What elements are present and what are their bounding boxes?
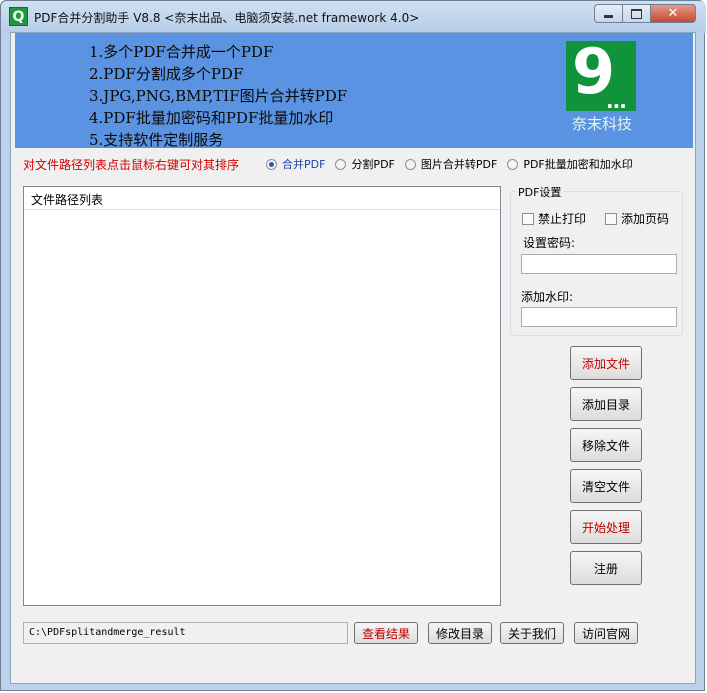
feature-item: 2.PDF分割成多个PDF (89, 65, 244, 83)
radio-label: 分割PDF (351, 158, 395, 171)
app-icon: Q (9, 7, 28, 26)
register-button[interactable]: 注册 (570, 551, 642, 585)
title-bar[interactable]: Q PDF合并分割助手 V8.8 <奈末出品、电脑须安装.net framewo… (1, 1, 706, 33)
watermark-input[interactable] (521, 307, 677, 327)
pdf-settings-legend: PDF设置 (516, 184, 564, 200)
feature-list: 1.多个PDF合并成一个PDF 2.PDF分割成多个PDF 3.JPG,PNG,… (89, 41, 347, 151)
close-button[interactable]: ✕ (650, 4, 696, 23)
about-us-button[interactable]: 关于我们 (500, 622, 564, 644)
brand-name: 奈末科技 (571, 115, 632, 133)
radio-label: 合并PDF (282, 158, 326, 171)
mode-split-radio[interactable]: 分割PDF (335, 156, 395, 172)
feature-item: 1.多个PDF合并成一个PDF (89, 43, 274, 61)
radio-icon (335, 158, 347, 170)
file-path-list[interactable]: 文件路径列表 (23, 186, 501, 606)
maximize-icon (631, 8, 642, 19)
checkbox-icon (605, 212, 617, 225)
maximize-button[interactable] (622, 4, 650, 23)
sort-hint: 对文件路径列表点击鼠标右键可对其排序 (23, 158, 240, 172)
column-header-label: 文件路径列表 (31, 193, 104, 207)
checkbox-icon (522, 212, 534, 225)
remove-file-button[interactable]: 移除文件 (570, 428, 642, 462)
pdf-settings-group: PDF设置 禁止打印 添加页码 设置密码: 添加水印: (510, 184, 683, 336)
add-folder-button[interactable]: 添加目录 (570, 387, 642, 421)
change-dir-button[interactable]: 修改目录 (428, 622, 492, 644)
watermark-label: 添加水印: (521, 290, 574, 304)
output-path-field[interactable]: C:\PDFsplitandmerge_result (23, 622, 348, 644)
checkbox-label: 添加页码 (621, 212, 670, 226)
client-area: 1.多个PDF合并成一个PDF 2.PDF分割成多个PDF 3.JPG,PNG,… (10, 32, 696, 684)
feature-item: 3.JPG,PNG,BMP,TIF图片合并转PDF (89, 87, 348, 105)
app-window: Q PDF合并分割助手 V8.8 <奈末出品、电脑须安装.net framewo… (0, 0, 706, 691)
checkbox-label: 禁止打印 (538, 212, 587, 226)
clear-files-button[interactable]: 清空文件 (570, 469, 642, 503)
no-print-checkbox[interactable]: 禁止打印 (522, 210, 586, 227)
brand-logo: 9 ... (566, 37, 636, 113)
feature-banner: 1.多个PDF合并成一个PDF 2.PDF分割成多个PDF 3.JPG,PNG,… (15, 33, 693, 151)
window-controls: ✕ (594, 4, 696, 24)
window-title: PDF合并分割助手 V8.8 <奈末出品、电脑须安装.net framework… (34, 11, 420, 25)
radio-selected-icon (266, 158, 277, 170)
radio-icon (404, 158, 416, 170)
mode-encrypt-watermark-radio[interactable]: PDF批量加密和加水印 (507, 156, 633, 172)
feature-item: 4.PDF批量加密码和PDF批量加水印 (89, 109, 334, 127)
visit-site-button[interactable]: 访问官网 (574, 622, 638, 644)
view-result-button[interactable]: 查看结果 (354, 622, 418, 644)
password-label: 设置密码: (523, 236, 576, 250)
add-page-number-checkbox[interactable]: 添加页码 (605, 210, 669, 227)
minimize-button[interactable] (594, 4, 622, 23)
mode-image-merge-radio[interactable]: 图片合并转PDF (404, 156, 498, 172)
radio-icon (507, 158, 519, 170)
add-file-button[interactable]: 添加文件 (570, 346, 642, 380)
close-icon: ✕ (667, 6, 679, 21)
mode-merge-radio[interactable]: 合并PDF (266, 156, 325, 172)
radio-label: PDF批量加密和加水印 (523, 158, 633, 171)
radio-label: 图片合并转PDF (420, 158, 498, 171)
minimize-icon (604, 15, 613, 18)
file-list-column-header[interactable]: 文件路径列表 (24, 187, 500, 210)
start-processing-button[interactable]: 开始处理 (570, 510, 642, 544)
password-input[interactable] (521, 254, 677, 274)
logo-dots: ... (606, 89, 627, 113)
feature-item: 5.支持软件定制服务 (89, 131, 224, 149)
mode-radio-group: 合并PDF 分割PDF 图片合并转PDF PDF批量加密和加水印 (266, 156, 643, 172)
